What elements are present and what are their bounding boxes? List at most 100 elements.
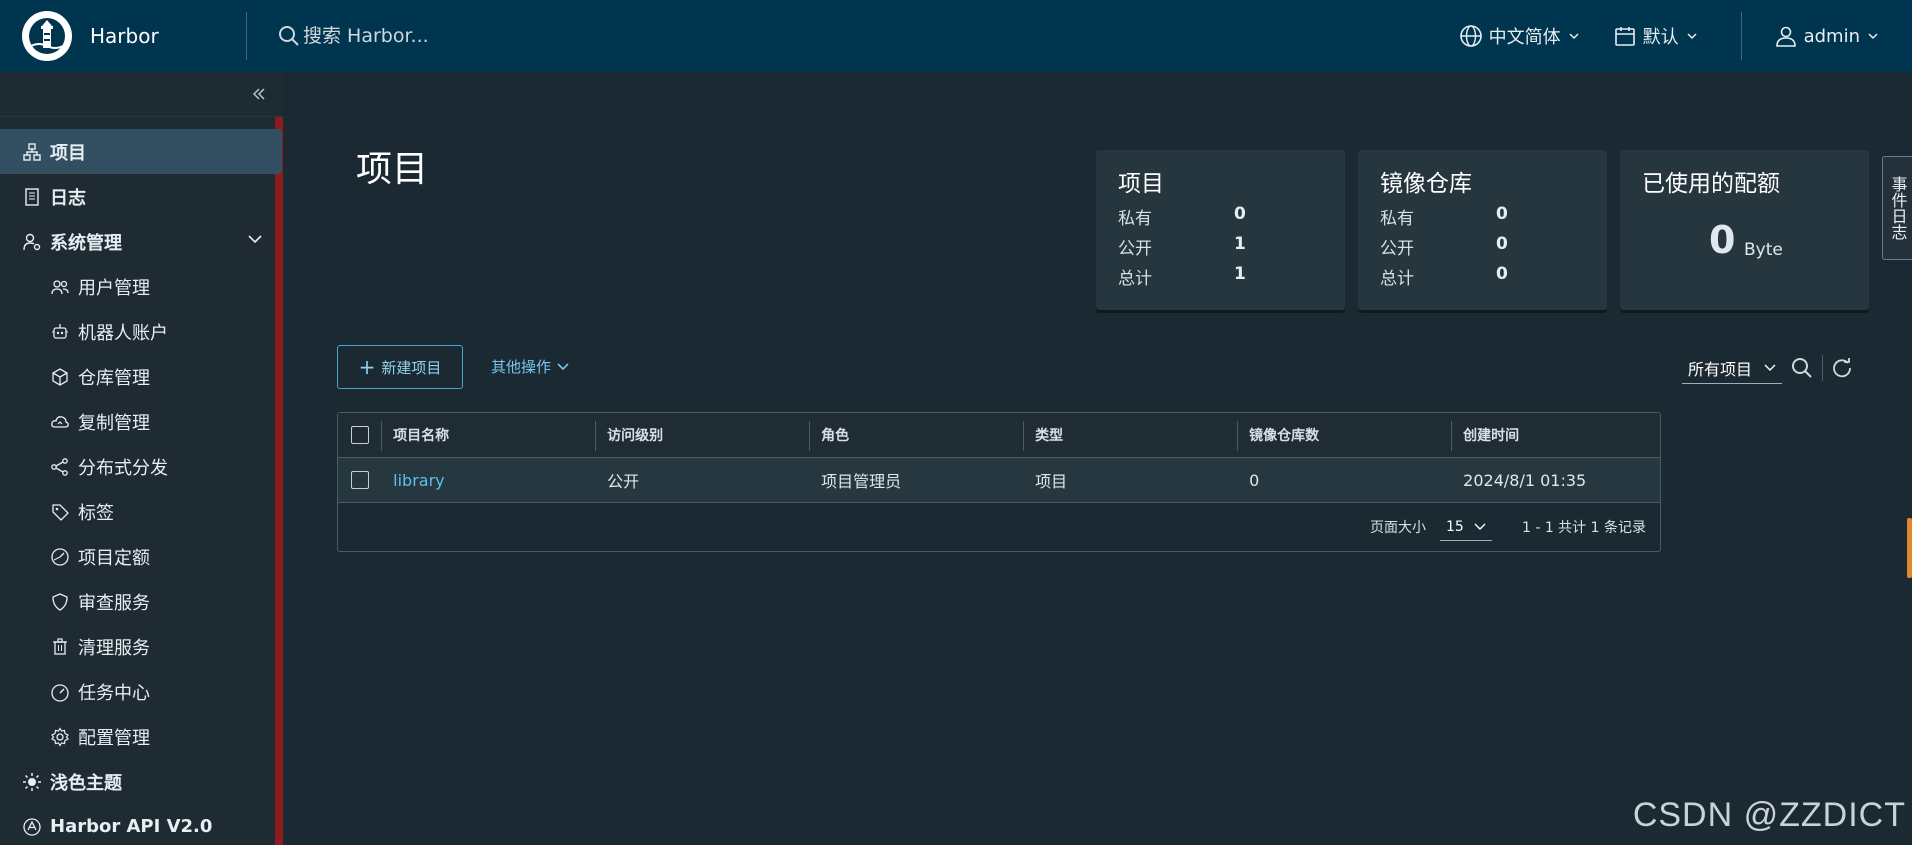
chevron-down-icon (1687, 33, 1697, 40)
sidebar-item-label: 日志 (50, 187, 86, 209)
registry-icon (50, 367, 70, 387)
header-right: 中文简体 默认 admin (1459, 0, 1912, 72)
project-filter-value: 所有项目 (1688, 359, 1753, 379)
search-icon (279, 26, 299, 46)
sidebar-item-label: 标签 (78, 502, 114, 524)
row-value: 0 (1234, 204, 1246, 224)
refresh-icon[interactable] (1831, 357, 1853, 379)
watermark: CSDN @ZZDICT (1632, 796, 1906, 834)
sidebar-item-label: 仓库管理 (78, 367, 150, 389)
sidebar-item-clean-up[interactable]: 清理服务 (0, 624, 283, 669)
sidebar-item-label: 项目定额 (78, 547, 150, 569)
header-divider (1740, 12, 1742, 60)
sidebar-item-logs[interactable]: 日志 (0, 174, 283, 219)
sidebar-item-configuration[interactable]: 配置管理 (0, 714, 283, 759)
user-icon (1775, 26, 1796, 47)
filter-divider (1822, 355, 1823, 381)
other-actions-dropdown[interactable]: 其他操作 (491, 356, 569, 377)
chevron-down-icon (557, 362, 569, 370)
search-icon[interactable] (1790, 356, 1814, 380)
table-footer: 页面大小 15 1 - 1 共计 1 条记录 (338, 503, 1660, 551)
projects-table: 项目名称 访问级别 角色 类型 镜像仓库数 创建时间 library 公开 项目… (337, 412, 1661, 552)
chevron-down-icon[interactable] (247, 231, 263, 247)
event-log-tab[interactable]: 事件日志 (1882, 156, 1912, 260)
chevron-down-icon (1868, 33, 1878, 40)
sidebar-item-label: 复制管理 (78, 412, 150, 434)
access-level-cell: 公开 (607, 472, 640, 491)
page-size-label: 页面大小 (1369, 520, 1426, 536)
type-cell: 项目 (1035, 472, 1068, 491)
brand[interactable]: Harbor (0, 0, 246, 72)
search-input[interactable] (303, 25, 703, 47)
harbor-logo-icon (22, 11, 72, 61)
sidebar-item-registries[interactable]: 仓库管理 (0, 354, 283, 399)
row-value: 0 (1496, 234, 1508, 254)
sidebar-item-robot-accounts[interactable]: 机器人账户 (0, 309, 283, 354)
role-cell: 项目管理员 (821, 472, 902, 491)
select-all-cell (338, 413, 381, 457)
row-label: 私有 (1118, 209, 1152, 229)
admin-icon (22, 232, 42, 252)
user-menu[interactable]: admin (1774, 24, 1884, 48)
plus-icon: + (358, 355, 376, 379)
new-project-button[interactable]: + 新建项目 (337, 345, 463, 389)
projects-summary-card: 项目 私有 0 公开 1 总计 1 (1096, 150, 1345, 310)
card-title: 项目 (1118, 171, 1164, 197)
chevron-down-icon (1764, 364, 1776, 371)
other-actions-label: 其他操作 (491, 358, 552, 376)
language-label: 中文简体 (1488, 27, 1561, 48)
project-filter-select[interactable]: 所有项目 (1682, 352, 1782, 384)
main-content: 项目 项目 私有 0 公开 1 总计 1 镜像仓库 私有 0 公开 0 总计 0 (291, 72, 1912, 845)
sun-icon (22, 772, 42, 792)
card-row-total: 总计 1 (1118, 264, 1298, 289)
chevron-down-icon (1569, 33, 1579, 40)
row-checkbox[interactable] (350, 471, 369, 489)
new-project-label: 新建项目 (381, 358, 442, 377)
sidebar-item-label: 浅色主题 (50, 772, 122, 794)
globe-icon (1459, 25, 1482, 47)
column-header-role[interactable]: 角色 (809, 413, 1023, 457)
card-row-public: 公开 0 (1380, 234, 1560, 259)
table-row: library 公开 项目管理员 项目 0 2024/8/1 01:35 (338, 458, 1660, 503)
sidebar-item-interrogation[interactable]: 审查服务 (0, 579, 283, 624)
cloud-replication-icon (50, 412, 70, 432)
sidebar-item-label: 清理服务 (78, 637, 150, 659)
sidebar-item-labels[interactable]: 标签 (0, 489, 283, 534)
global-search[interactable] (277, 16, 877, 56)
robot-icon (50, 322, 70, 342)
column-header-name[interactable]: 项目名称 (381, 413, 595, 457)
project-filter-bar: 所有项目 (1682, 352, 1853, 384)
api-icon (22, 817, 42, 837)
row-value: 1 (1234, 234, 1246, 254)
sidebar-item-projects[interactable]: 项目 (0, 129, 282, 174)
column-header-creation-time[interactable]: 创建时间 (1451, 413, 1660, 457)
quota-value: 0 (1709, 218, 1736, 262)
page-scrollbar[interactable] (1907, 518, 1912, 578)
language-selector[interactable]: 中文简体 (1459, 23, 1585, 49)
sidebar-item-light-theme[interactable]: 浅色主题 (0, 759, 283, 804)
collapse-icon[interactable] (251, 86, 267, 102)
column-header-type[interactable]: 类型 (1023, 413, 1237, 457)
sidebar-item-replications[interactable]: 复制管理 (0, 399, 283, 444)
projects-icon (22, 142, 42, 162)
sidebar-item-distributions[interactable]: 分布式分发 (0, 444, 283, 489)
sidebar-item-project-quotas[interactable]: 项目定额 (0, 534, 283, 579)
card-title: 镜像仓库 (1380, 171, 1472, 197)
repo-count-cell: 0 (1249, 470, 1260, 490)
row-label: 总计 (1380, 269, 1414, 289)
sidebar-item-job-service[interactable]: 任务中心 (0, 669, 283, 714)
page-size-select[interactable]: 15 (1439, 513, 1492, 541)
column-header-repo-count[interactable]: 镜像仓库数 (1237, 413, 1451, 457)
column-header-access-level[interactable]: 访问级别 (595, 413, 809, 457)
card-title: 已使用的配额 (1642, 171, 1780, 197)
sidebar-item-label: 用户管理 (78, 277, 150, 299)
sidebar-item-harbor-api[interactable]: Harbor API V2.0 (0, 804, 283, 845)
top-header: Harbor 中文简体 默认 (0, 0, 1912, 72)
select-all-checkbox[interactable] (350, 426, 369, 444)
header-divider (246, 12, 247, 60)
project-name-link[interactable]: library (393, 471, 444, 490)
date-format-selector[interactable]: 默认 (1613, 23, 1703, 49)
calendar-icon (1614, 27, 1635, 46)
sidebar-item-users[interactable]: 用户管理 (0, 264, 283, 309)
sidebar-item-system-admin[interactable]: 系统管理 (0, 219, 283, 264)
